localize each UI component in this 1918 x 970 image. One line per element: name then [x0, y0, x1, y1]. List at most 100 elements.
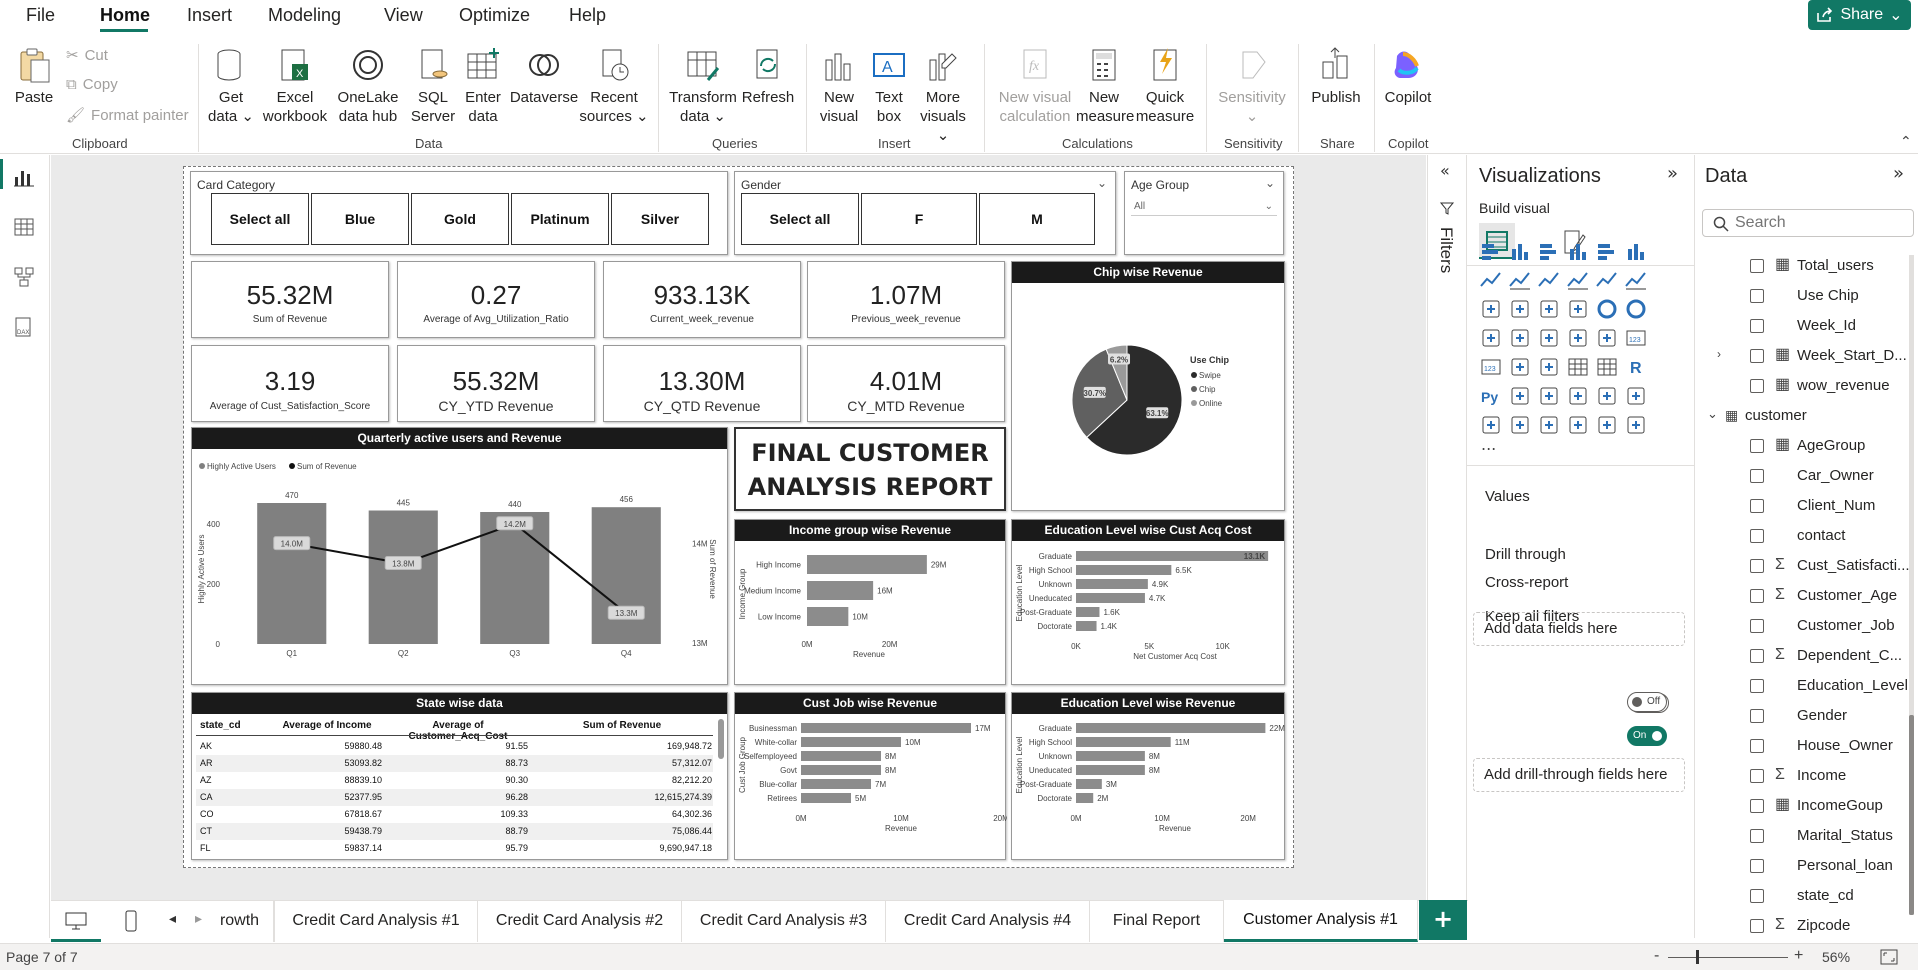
scatter-visual-icon[interactable]	[1566, 297, 1590, 321]
table-header[interactable]: state_cd	[200, 720, 260, 731]
tab-credit-card-analysis-4[interactable]: Credit Card Analysis #4	[886, 900, 1090, 942]
field-checkbox[interactable]	[1750, 589, 1764, 603]
slicer-option-blue[interactable]: Blue	[311, 193, 409, 245]
get-data-button[interactable]: Get data ⌄	[206, 46, 256, 126]
tab-scroll-right-icon[interactable]: ▸	[195, 911, 202, 927]
onelake-button[interactable]: OneLake data hub	[332, 46, 404, 126]
share-button[interactable]: Share ⌄	[1808, 0, 1911, 30]
custom-c-visual-icon[interactable]	[1624, 413, 1648, 437]
copy-button[interactable]: ⧉ Copy	[66, 76, 118, 93]
field-item[interactable]: Gender	[1695, 704, 1918, 728]
bar[interactable]	[807, 555, 927, 574]
keep-all-filters-toggle[interactable]: On	[1627, 726, 1667, 746]
text-box-button[interactable]: A Text box	[866, 46, 912, 126]
bar[interactable]	[1076, 607, 1100, 617]
field-checkbox[interactable]	[1750, 889, 1764, 903]
field-checkbox[interactable]	[1750, 319, 1764, 333]
tab-growth[interactable]: rowth	[206, 900, 274, 942]
field-checkbox[interactable]	[1750, 679, 1764, 693]
sql-server-button[interactable]: SQL Server	[410, 46, 456, 126]
table-visual-icon[interactable]	[1566, 355, 1590, 379]
field-checkbox[interactable]	[1750, 769, 1764, 783]
field-item[interactable]: ▦ Total_users	[1695, 254, 1918, 278]
filters-pane-collapsed[interactable]: « Filters	[1427, 155, 1465, 938]
line-visual-icon[interactable]	[1479, 268, 1503, 292]
drill-through-field-well[interactable]: Add drill-through fields here	[1473, 758, 1685, 792]
bar[interactable]	[368, 510, 438, 645]
add-page-button[interactable]: +	[1419, 900, 1467, 940]
slicer-option-gold[interactable]: Gold	[411, 193, 509, 245]
field-item[interactable]: Customer_Job	[1695, 614, 1918, 638]
table-scrollbar[interactable]	[718, 719, 724, 759]
field-item[interactable]: contact	[1695, 524, 1918, 548]
field-checkbox[interactable]	[1750, 739, 1764, 753]
field-checkbox[interactable]	[1750, 259, 1764, 273]
r-visual-visual-icon[interactable]: R	[1624, 355, 1648, 379]
bar[interactable]	[801, 723, 971, 733]
metrics-visual-icon[interactable]	[1479, 413, 1503, 437]
search-input[interactable]	[1735, 213, 1905, 233]
field-checkbox[interactable]	[1750, 469, 1764, 483]
chevron-right-icon[interactable]: ›	[1717, 347, 1721, 361]
desktop-view-icon[interactable]	[64, 912, 88, 930]
enter-data-button[interactable]: Enter data	[460, 46, 506, 126]
azure-map-visual-icon[interactable]	[1566, 326, 1590, 350]
line-column-visual-icon[interactable]	[1624, 268, 1648, 292]
table-node-customer[interactable]: ⌄ ▦ customer	[1695, 404, 1918, 428]
bar[interactable]	[1076, 723, 1266, 733]
field-item[interactable]: Σ Customer_Age	[1695, 584, 1918, 608]
quick-measure-button[interactable]: Quick measure	[1134, 46, 1196, 126]
python-visual-icon[interactable]: Py	[1479, 384, 1503, 408]
treemap-visual-icon[interactable]	[1479, 326, 1503, 350]
field-item[interactable]: Car_Owner	[1695, 464, 1918, 488]
100-bar-visual-icon[interactable]	[1595, 239, 1619, 263]
field-item[interactable]: Σ Cust_Satisfacti...	[1695, 554, 1918, 578]
paginated-visual-icon[interactable]	[1624, 384, 1648, 408]
field-item[interactable]: Education_Level	[1695, 674, 1918, 698]
zoom-in-icon[interactable]: +	[1794, 947, 1803, 965]
table-header[interactable]: Sum of Revenue	[532, 720, 712, 731]
search-box[interactable]	[1702, 209, 1914, 237]
donut-visual-icon[interactable]	[1624, 297, 1648, 321]
slicer-option-silver[interactable]: Silver	[611, 193, 709, 245]
field-checkbox[interactable]	[1750, 919, 1764, 933]
area-visual-icon[interactable]	[1508, 268, 1532, 292]
tab-credit-card-analysis-3[interactable]: Credit Card Analysis #3	[682, 900, 886, 942]
ribbon-visual-icon[interactable]	[1566, 268, 1590, 292]
zoom-out-icon[interactable]: -	[1654, 947, 1659, 965]
field-item[interactable]: Use Chip	[1695, 284, 1918, 308]
sensitivity-button[interactable]: Sensitivity ⌄	[1216, 46, 1288, 126]
bar[interactable]	[257, 503, 327, 644]
decomposition-visual-icon[interactable]	[1537, 384, 1561, 408]
transform-data-button[interactable]: Transform data ⌄	[668, 46, 738, 126]
tab-scroll-left-icon[interactable]: ◂	[169, 911, 176, 927]
menu-modeling[interactable]: Modeling	[268, 5, 341, 26]
expand-chevrons-icon[interactable]: «	[1440, 161, 1450, 180]
field-item[interactable]: Week_Id	[1695, 314, 1918, 338]
field-checkbox[interactable]	[1750, 529, 1764, 543]
map-visual-icon[interactable]	[1508, 326, 1532, 350]
menu-home[interactable]: Home	[100, 5, 150, 26]
values-field-well[interactable]: Add data fields here	[1473, 612, 1685, 646]
bar[interactable]	[807, 607, 849, 626]
collapse-chevrons-icon[interactable]: »	[1667, 163, 1678, 184]
chevron-down-icon[interactable]: ⌄	[1097, 176, 1107, 190]
table-header[interactable]: Average of Income	[272, 720, 382, 731]
fit-to-page-icon[interactable]	[1880, 949, 1898, 965]
bar[interactable]	[1076, 579, 1148, 589]
stacked-area-visual-icon[interactable]	[1537, 268, 1561, 292]
slicer-visual-icon[interactable]	[1537, 355, 1561, 379]
bar[interactable]	[1076, 765, 1145, 775]
tab-final-report[interactable]: Final Report	[1090, 900, 1224, 942]
tab-credit-card-analysis-2[interactable]: Credit Card Analysis #2	[478, 900, 682, 942]
dataverse-button[interactable]: Dataverse	[508, 46, 580, 107]
field-item[interactable]: ▦ AgeGroup	[1695, 434, 1918, 458]
field-checkbox[interactable]	[1750, 439, 1764, 453]
bar[interactable]	[801, 751, 881, 761]
field-item[interactable]: ▦ wow_revenue	[1695, 374, 1918, 398]
field-checkbox[interactable]	[1750, 619, 1764, 633]
slicer-option-select-all[interactable]: Select all	[211, 193, 309, 245]
field-item[interactable]: Σ Dependent_C...	[1695, 644, 1918, 668]
multi-card-visual-icon[interactable]: 123	[1479, 355, 1503, 379]
field-item[interactable]: House_Owner	[1695, 734, 1918, 758]
